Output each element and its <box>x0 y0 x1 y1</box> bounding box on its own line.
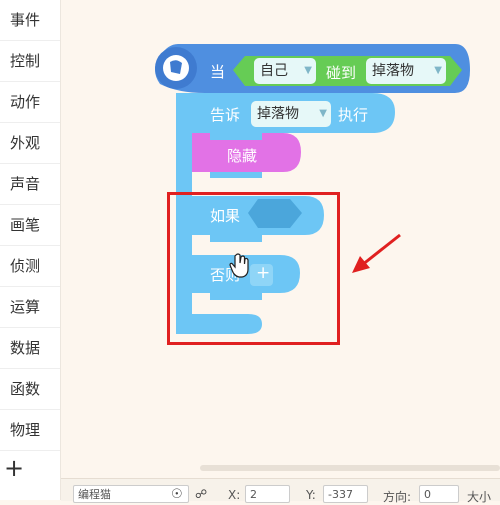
horizontal-scrollbar[interactable] <box>200 465 500 471</box>
y-value: -337 <box>328 488 353 501</box>
chevron-down-icon: ▼ <box>319 108 327 119</box>
size-label: 大小 <box>467 490 492 504</box>
x-value: 2 <box>250 488 257 501</box>
when-label: 当 <box>210 63 226 81</box>
direction-label: 方向: <box>383 490 412 504</box>
sprite-status-bar: 编程猫 ☉ ☍ X: 2 Y: -337 方向: 0 大小 <box>61 478 500 504</box>
execute-label: 执行 <box>338 106 369 124</box>
direction-value: 0 <box>424 488 431 501</box>
y-input[interactable]: -337 <box>323 485 368 503</box>
sprite-name-value: 编程猫 <box>78 488 111 501</box>
direction-input[interactable]: 0 <box>419 485 459 503</box>
sprite-dropdown[interactable]: 自己 ▼ <box>254 58 316 84</box>
tell-target-dropdown[interactable]: 掉落物 ▼ <box>251 101 331 127</box>
tell-target-value: 掉落物 <box>257 106 299 122</box>
chevron-down-icon: ▼ <box>434 65 442 76</box>
collide-target-dropdown[interactable]: 掉落物 ▼ <box>366 58 446 84</box>
collide-label: 碰到 <box>326 64 357 82</box>
hide-label: 隐藏 <box>227 147 258 165</box>
x-input[interactable]: 2 <box>245 485 290 503</box>
annotation-arrow-icon <box>352 233 401 273</box>
sprite-dropdown-value: 自己 <box>260 63 288 79</box>
highlight-box <box>167 192 340 345</box>
link-icon[interactable]: ☍ <box>195 487 207 501</box>
collide-target-value: 掉落物 <box>372 63 414 79</box>
chevron-down-icon: ▼ <box>304 65 312 76</box>
tell-label: 告诉 <box>210 106 241 124</box>
